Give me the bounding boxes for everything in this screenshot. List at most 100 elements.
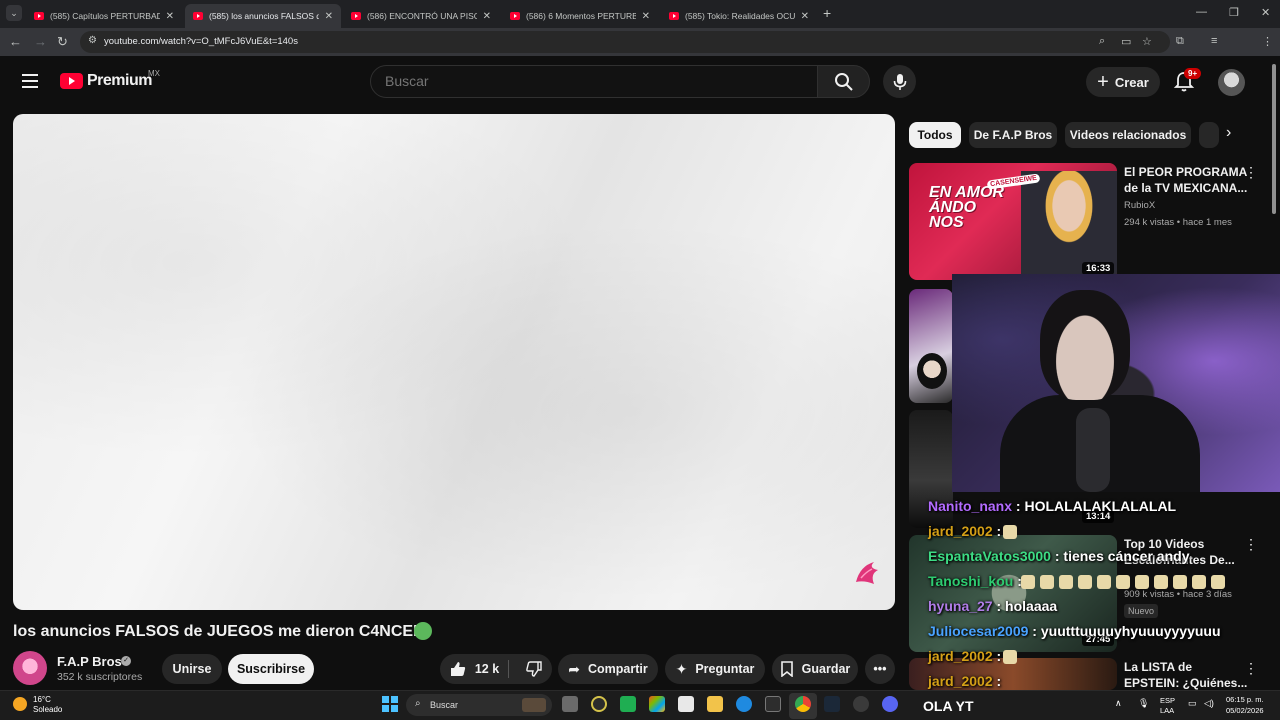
kebab-menu-icon[interactable]: ⋮ — [1244, 536, 1258, 553]
app-icon[interactable] — [591, 696, 607, 712]
file-explorer-icon[interactable] — [707, 696, 723, 712]
save-button[interactable]: Guardar — [772, 654, 858, 684]
tab-label: (585) Capítulos PERTURBADORES — [50, 11, 160, 21]
steam-icon[interactable] — [824, 696, 840, 712]
input-language[interactable]: ESP — [1160, 696, 1175, 705]
search-input[interactable] — [385, 73, 785, 89]
emote-icon — [1211, 575, 1225, 589]
browser-tab-1[interactable]: (585) Capítulos PERTURBADORES ✕ — [26, 4, 182, 28]
store-icon[interactable] — [678, 696, 694, 712]
page-scrollbar[interactable] — [1272, 64, 1276, 214]
like-button[interactable]: 12 k — [440, 654, 508, 684]
close-tab-icon[interactable]: ✕ — [483, 11, 491, 22]
recommendation-title-line2[interactable]: EPSTEIN: ¿Quiénes... — [1124, 675, 1247, 691]
video-player[interactable] — [13, 114, 895, 610]
clock-time[interactable]: 06:15 p. m. — [1226, 695, 1264, 704]
chip-partial[interactable] — [1199, 122, 1219, 148]
network-icon[interactable]: ▭ — [1188, 698, 1197, 709]
chevron-right-icon[interactable]: › — [1226, 124, 1231, 142]
kebab-menu-icon[interactable]: ⋮ — [1244, 164, 1258, 181]
browser-tab-2-active[interactable]: (585) los anuncios FALSOS de JUEGOS ✕ — [185, 4, 341, 28]
browser-tab-strip: ⌄ (585) Capítulos PERTURBADORES ✕ (585) … — [0, 0, 1280, 28]
chip-all[interactable]: Todos — [909, 122, 961, 148]
close-tab-icon[interactable]: ✕ — [166, 11, 174, 22]
discord-icon[interactable] — [882, 696, 898, 712]
emote-icon — [1003, 525, 1017, 539]
zoom-icon[interactable]: ⌕ — [1099, 35, 1105, 48]
recommendation-title-line2[interactable]: de la TV MEXICANA... — [1124, 180, 1247, 196]
kebab-menu-icon[interactable]: ⋮ — [1244, 660, 1258, 677]
share-button[interactable]: ➦ Compartir — [558, 654, 658, 684]
logo-text: Premium — [87, 72, 152, 89]
channel-avatar[interactable] — [13, 651, 47, 685]
browser-tab-5[interactable]: (585) Tokio: Realidades OCULTAS ✕ — [661, 4, 817, 28]
more-actions-icon[interactable]: ••• — [865, 654, 895, 684]
bookmark-star-icon[interactable]: ☆ — [1142, 35, 1152, 48]
chip-from-channel[interactable]: De F.A.P Bros — [969, 122, 1057, 148]
subscribe-button[interactable]: Suscribirse — [228, 654, 314, 684]
hamburger-menu-icon[interactable] — [22, 74, 38, 88]
taskbar-search-label: Buscar — [430, 700, 459, 710]
close-window-icon[interactable]: ✕ — [1261, 6, 1270, 19]
back-arrow-icon[interactable]: ← — [9, 34, 22, 49]
browser-menu-icon[interactable]: ⋮ — [1262, 35, 1273, 48]
create-label: Crear — [1114, 74, 1149, 90]
volume-icon[interactable]: ◁) — [1204, 698, 1214, 709]
reading-list-icon[interactable]: ≡ — [1211, 35, 1217, 47]
ask-button[interactable]: ✦ Preguntar — [665, 654, 765, 684]
chrome-icon[interactable] — [795, 696, 811, 712]
tab-search-dropdown-button[interactable]: ⌄ — [6, 5, 22, 21]
channel-watermark-icon[interactable] — [852, 558, 882, 588]
youtube-favicon-icon — [34, 12, 44, 20]
edge-icon[interactable] — [736, 696, 752, 712]
voice-search-button[interactable] — [883, 65, 916, 98]
youtube-premium-logo[interactable]: Premium — [60, 72, 152, 90]
recommendation-thumbnail[interactable] — [909, 289, 953, 403]
channel-name[interactable]: F.A.P Bros — [57, 654, 122, 669]
taskbar-search[interactable]: ⌕ Buscar — [406, 694, 552, 716]
cast-icon[interactable]: ▭ — [1121, 35, 1131, 48]
recommendation-title-line1[interactable]: El PEOR PROGRAMA — [1124, 164, 1247, 180]
copilot-icon[interactable] — [649, 696, 665, 712]
region-code: MX — [148, 69, 160, 78]
windows-start-icon[interactable] — [382, 696, 398, 712]
recommendation-channel[interactable]: RubioX — [1124, 200, 1155, 211]
close-tab-icon[interactable]: ✕ — [801, 11, 809, 22]
maximize-icon[interactable]: ❐ — [1229, 6, 1239, 19]
reload-icon[interactable]: ↻ — [57, 34, 68, 50]
emote-icon — [1097, 575, 1111, 589]
clock-date[interactable]: 05/02/2026 — [1226, 706, 1264, 715]
join-button[interactable]: Unirse — [162, 654, 222, 684]
extensions-icon[interactable]: ⧉ — [1176, 35, 1184, 48]
dislike-button[interactable] — [516, 654, 552, 684]
recommendation-meta: 909 k vistas • hace 3 días — [1124, 589, 1232, 600]
emote-icon — [1116, 575, 1130, 589]
search-box[interactable] — [370, 65, 818, 98]
site-info-icon[interactable]: ⚙ — [88, 35, 97, 46]
app-icon[interactable] — [620, 696, 636, 712]
address-bar[interactable]: ⚙ youtube.com/watch?v=O_tMFcJ6VuE&t=140s — [80, 31, 1170, 53]
sun-weather-icon[interactable] — [13, 697, 27, 711]
recommendation-title-line1[interactable]: La LISTA de — [1124, 659, 1192, 675]
close-tab-icon[interactable]: ✕ — [642, 11, 650, 22]
xbox-icon[interactable] — [765, 696, 781, 712]
minimize-icon[interactable]: — — [1196, 6, 1207, 18]
browser-tab-4[interactable]: (586) 6 Momentos PERTURBADORES ✕ — [502, 4, 658, 28]
close-tab-icon[interactable]: ✕ — [325, 11, 333, 22]
task-view-icon[interactable] — [562, 696, 578, 712]
chat-message: hyuna_27 : holaaaa — [928, 598, 1058, 614]
account-avatar[interactable] — [1218, 69, 1245, 96]
input-layout[interactable]: LAA — [1160, 706, 1174, 715]
search-button[interactable] — [817, 65, 870, 98]
sparkle-icon: ✦ — [675, 660, 688, 677]
emote-icon — [1078, 575, 1092, 589]
create-button[interactable]: + Crear — [1086, 67, 1160, 97]
chevron-up-icon[interactable]: ∧ — [1115, 698, 1122, 709]
microphone-tray-icon[interactable]: 🎙 — [1138, 698, 1149, 709]
emote-icon — [1059, 575, 1073, 589]
browser-tab-3[interactable]: (586) ENCONTRÓ UNA PISCINA ✕ — [343, 4, 499, 28]
forward-arrow-icon[interactable]: → — [34, 34, 47, 49]
chip-related[interactable]: Videos relacionados — [1065, 122, 1191, 148]
new-tab-button[interactable]: + — [823, 5, 831, 21]
obs-icon[interactable] — [853, 696, 869, 712]
